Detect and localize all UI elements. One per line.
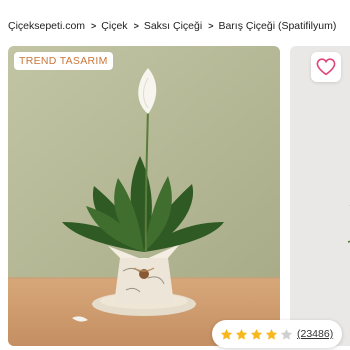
breadcrumb-item-cicek[interactable]: Çiçek xyxy=(101,20,127,32)
chevron-right-icon: > xyxy=(208,21,214,31)
star-filled-icon xyxy=(220,328,233,340)
breadcrumb-item-saksi-cicegi[interactable]: Saksı Çiçeği xyxy=(144,20,202,32)
trend-badge: TREND TASARIM xyxy=(14,52,113,70)
star-empty-icon xyxy=(280,328,293,340)
product-rating[interactable]: (23486) xyxy=(212,320,342,348)
review-count-link[interactable]: (23486) xyxy=(297,328,333,340)
breadcrumb: Çiçeksepeti.com > Çiçek > Saksı Çiçeği >… xyxy=(8,18,336,34)
star-filled-icon xyxy=(235,328,248,340)
heart-outline-icon xyxy=(316,58,336,76)
chevron-right-icon: > xyxy=(91,21,97,31)
product-main-image[interactable]: TREND TASARIM xyxy=(8,46,280,346)
chevron-right-icon: > xyxy=(133,21,139,31)
product-image-gallery[interactable]: TREND TASARIM xyxy=(8,46,350,350)
rating-stars xyxy=(220,328,293,341)
breadcrumb-item-baris-cicegi[interactable]: Barış Çiçeği (Spatifilyum) xyxy=(218,20,336,32)
peace-lily-plant-image xyxy=(8,46,280,346)
next-image-preview xyxy=(290,46,350,346)
star-filled-icon xyxy=(250,328,263,340)
product-next-image[interactable] xyxy=(290,46,350,346)
star-filled-icon xyxy=(265,328,278,340)
favorite-button[interactable] xyxy=(311,52,341,82)
breadcrumb-item-home[interactable]: Çiçeksepeti.com xyxy=(8,20,85,32)
